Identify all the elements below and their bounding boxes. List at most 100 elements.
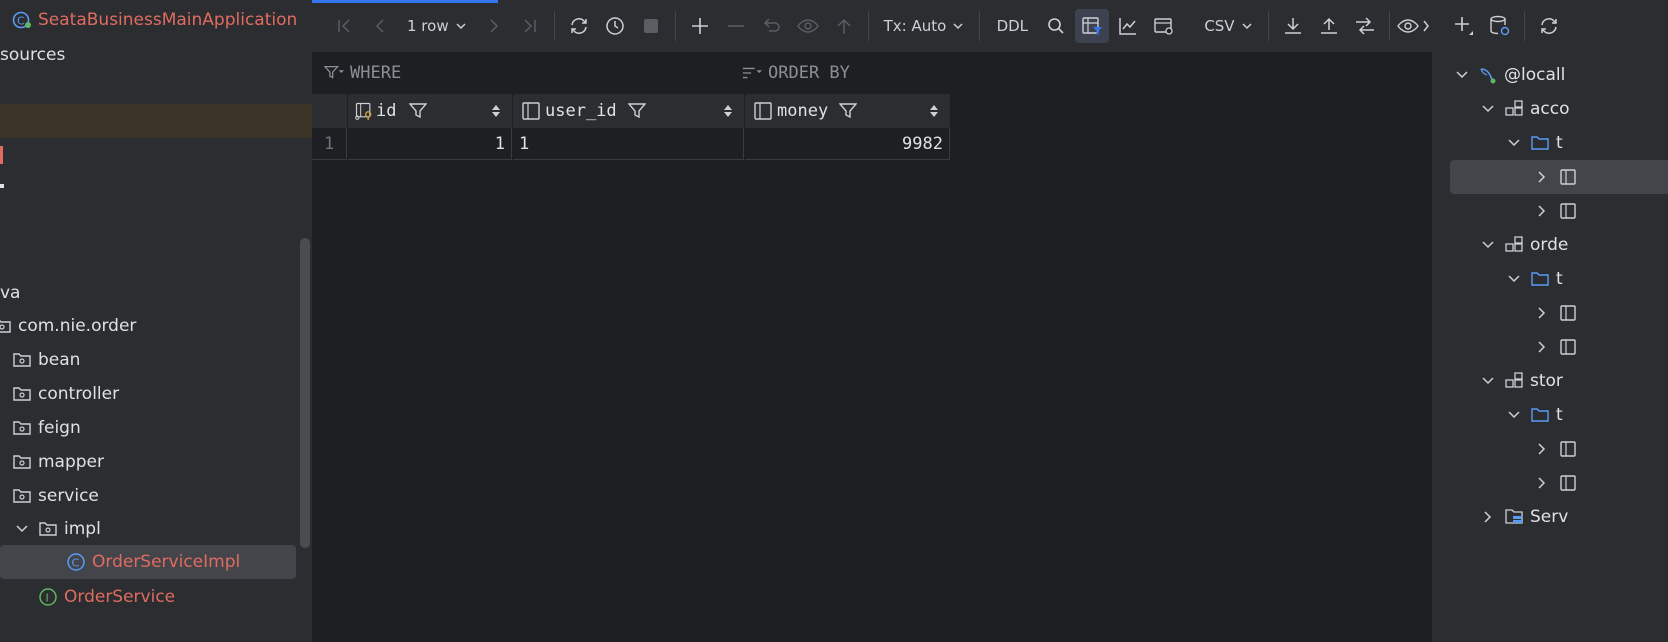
- column-filter-icon[interactable]: [627, 101, 647, 121]
- sort-toggle-icon[interactable]: [718, 101, 738, 121]
- db-tree-item-table[interactable]: [1532, 330, 1584, 364]
- db-tree-item-table[interactable]: [1532, 432, 1584, 466]
- vertical-scrollbar[interactable]: [300, 238, 310, 548]
- column-filter-icon[interactable]: [838, 101, 858, 121]
- import-upload-icon[interactable]: [1312, 9, 1346, 43]
- chevron-right-icon[interactable]: [1532, 473, 1552, 493]
- column-icon: [521, 101, 541, 121]
- export-download-icon[interactable]: [1276, 9, 1310, 43]
- filter-table-icon[interactable]: [1075, 9, 1110, 43]
- table-cell-id[interactable]: 1: [348, 128, 512, 160]
- tree-item-order-service-impl[interactable]: C OrderServiceImpl: [0, 545, 296, 579]
- view-options-eye-icon[interactable]: [1396, 9, 1431, 43]
- export-format-dropdown[interactable]: CSV: [1196, 9, 1260, 43]
- db-tree-item-table[interactable]: [1532, 160, 1584, 194]
- db-tree-item-schema-storage[interactable]: stor: [1478, 364, 1563, 398]
- db-tree-item-schema-order[interactable]: orde: [1478, 228, 1568, 262]
- db-tree-item-tables-folder[interactable]: t: [1504, 126, 1563, 160]
- table-cell-user-id[interactable]: 1: [513, 128, 744, 160]
- db-tree-item-server-objects[interactable]: Serv: [1478, 500, 1568, 534]
- tree-item-label: service: [38, 486, 99, 506]
- column-header-user-id[interactable]: user_id: [513, 94, 745, 128]
- compare-icon[interactable]: [1348, 9, 1382, 43]
- history-clock-icon[interactable]: [598, 9, 632, 43]
- db-tree-item-schema-account[interactable]: acco: [1478, 92, 1570, 126]
- chevron-down-icon[interactable]: [1504, 133, 1524, 153]
- db-tree-item-datasource[interactable]: @locall: [1452, 58, 1565, 92]
- tree-item-label: bean: [38, 350, 81, 370]
- first-page-icon[interactable]: [327, 9, 361, 43]
- chevron-down-icon: [1242, 23, 1252, 30]
- db-tree-item-label: Serv: [1530, 507, 1569, 527]
- tree-item-highlighted[interactable]: [0, 104, 312, 138]
- chevron-right-icon[interactable]: [1532, 201, 1552, 221]
- add-datasource-icon[interactable]: [1447, 9, 1481, 43]
- sort-icon: [742, 63, 762, 83]
- sort-toggle-icon[interactable]: [924, 101, 944, 121]
- toolbar-separator: [553, 11, 555, 41]
- toolbar-separator: [1388, 11, 1390, 41]
- chevron-down-icon[interactable]: [1478, 371, 1498, 391]
- db-tree-item-tables-folder[interactable]: t: [1504, 398, 1563, 432]
- ddl-button[interactable]: DDL: [987, 9, 1037, 43]
- delete-row-icon[interactable]: [719, 9, 753, 43]
- previous-page-icon[interactable]: [363, 9, 397, 43]
- last-page-icon[interactable]: [513, 9, 547, 43]
- preview-changes-icon[interactable]: [791, 9, 825, 43]
- server-objects-icon: [1504, 507, 1524, 527]
- chevron-down-icon[interactable]: [1478, 235, 1498, 255]
- db-tree-item-table[interactable]: [1532, 194, 1584, 228]
- row-count-dropdown[interactable]: 1 row: [399, 9, 475, 43]
- refresh-icon[interactable]: [1532, 9, 1566, 43]
- tree-item-com-nie-order[interactable]: com.nie.order: [0, 309, 288, 343]
- package-icon: [0, 316, 12, 336]
- column-filter-icon[interactable]: [408, 101, 428, 121]
- tree-item-impl[interactable]: impl: [12, 512, 308, 546]
- tree-item-feign[interactable]: feign: [12, 411, 308, 445]
- stop-icon[interactable]: [634, 9, 668, 43]
- next-page-icon[interactable]: [477, 9, 511, 43]
- db-tree-item-table[interactable]: [1532, 466, 1584, 500]
- chevron-right-icon[interactable]: [1532, 303, 1552, 323]
- table-cell-money[interactable]: 9982: [745, 128, 950, 160]
- view-mode-icon[interactable]: [1147, 9, 1181, 43]
- sort-toggle-icon[interactable]: [486, 101, 506, 121]
- tree-item-mapper[interactable]: mapper: [12, 445, 308, 479]
- tx-mode-dropdown[interactable]: Tx: Auto: [876, 9, 973, 43]
- db-tree-item-table[interactable]: [1532, 296, 1584, 330]
- tree-item-label: mapper: [38, 452, 105, 472]
- chart-icon[interactable]: [1111, 9, 1145, 43]
- tree-item-bean[interactable]: bean: [12, 343, 308, 377]
- row-number[interactable]: 1: [312, 128, 347, 160]
- tree-item-main-application[interactable]: C SeataBusinessMainApplication: [12, 3, 308, 37]
- datasource-properties-icon[interactable]: [1483, 9, 1517, 43]
- revert-icon[interactable]: [755, 9, 789, 43]
- reload-icon[interactable]: [562, 9, 596, 43]
- chevron-right-icon[interactable]: [1532, 167, 1552, 187]
- chevron-right-icon[interactable]: [1532, 439, 1552, 459]
- chevron-down-icon[interactable]: [1478, 99, 1498, 119]
- package-icon: [12, 350, 32, 370]
- chevron-down-icon[interactable]: [1452, 65, 1472, 85]
- tree-item-java[interactable]: va: [0, 276, 296, 310]
- chevron-right-icon[interactable]: [1478, 507, 1498, 527]
- tree-item-label: feign: [38, 418, 81, 438]
- column-header-money[interactable]: money: [745, 94, 951, 128]
- tree-item-service[interactable]: service: [12, 479, 308, 513]
- search-icon[interactable]: [1039, 9, 1073, 43]
- chevron-down-icon[interactable]: [1504, 269, 1524, 289]
- tree-item-controller[interactable]: controller: [12, 377, 308, 411]
- package-icon: [12, 418, 32, 438]
- chevron-down-icon: [953, 23, 963, 30]
- add-row-icon[interactable]: [683, 9, 717, 43]
- chevron-right-icon[interactable]: [1532, 337, 1552, 357]
- db-tree-item-tables-folder[interactable]: t: [1504, 262, 1563, 296]
- column-header-id[interactable]: id: [348, 94, 513, 128]
- tree-item-resources[interactable]: sources: [0, 38, 296, 72]
- submit-icon[interactable]: [827, 9, 861, 43]
- where-input[interactable]: WHERE: [350, 63, 742, 83]
- order-by-input[interactable]: ORDER BY: [768, 63, 850, 83]
- tree-item-order-service[interactable]: I OrderService: [38, 580, 312, 614]
- chevron-down-icon[interactable]: [12, 519, 32, 539]
- chevron-down-icon[interactable]: [1504, 405, 1524, 425]
